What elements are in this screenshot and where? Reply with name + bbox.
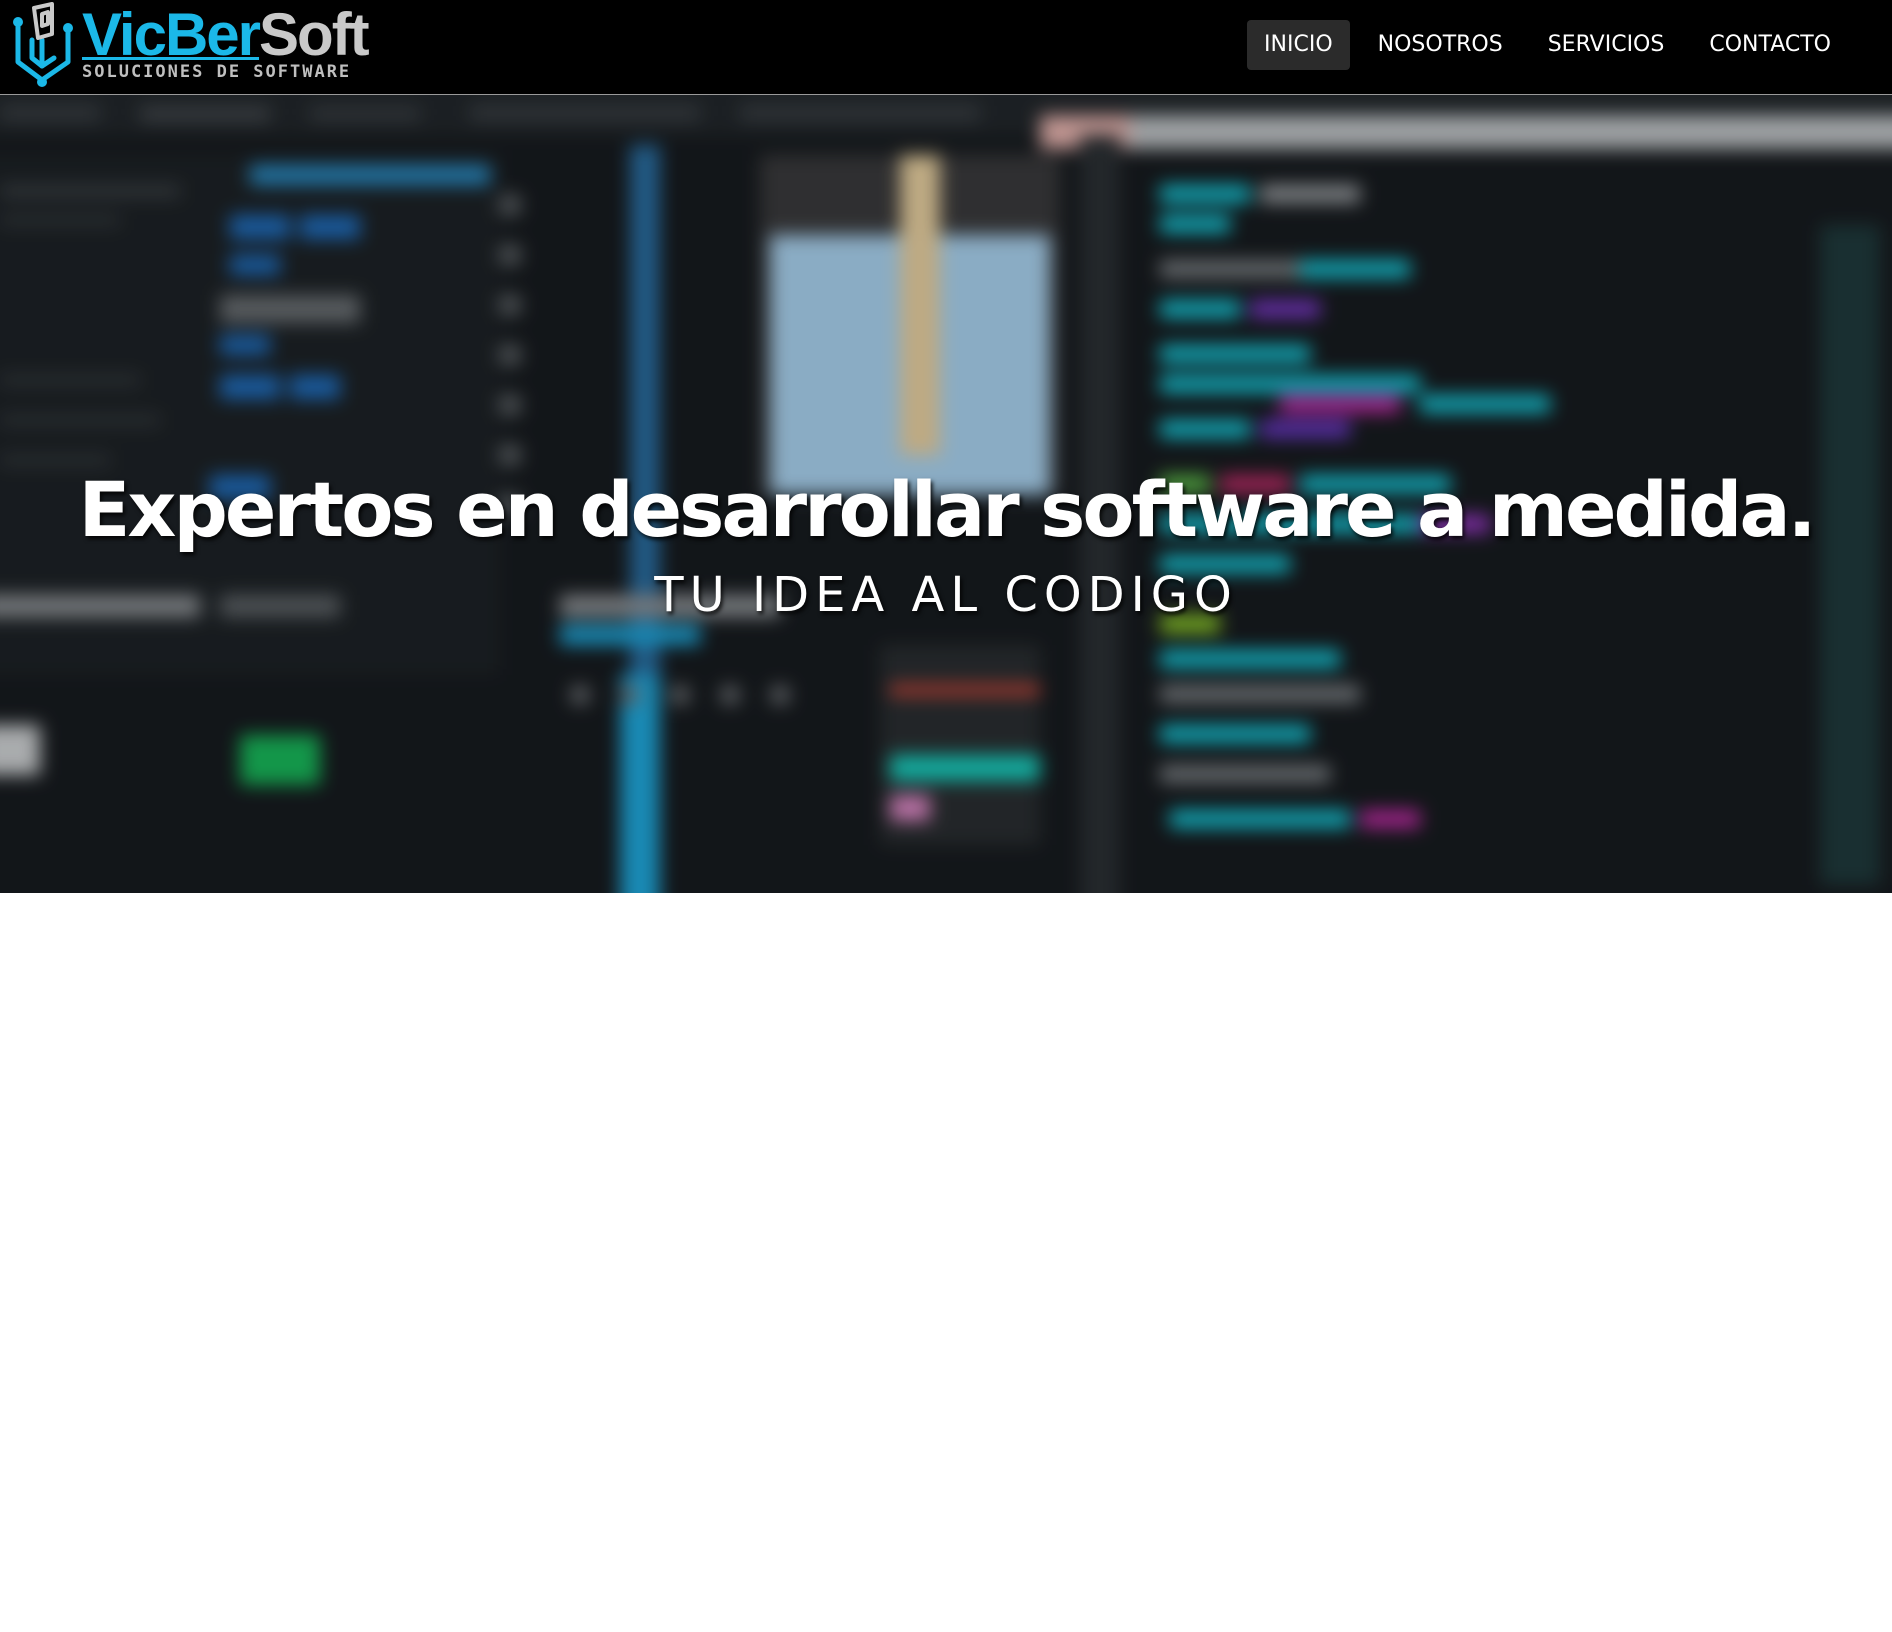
brand-name: VicBerSoft: [82, 0, 370, 70]
navbar: VicBerSoft SOLUCIONES DE SOFTWARE INICIO…: [0, 0, 1892, 95]
brand-name-part1: VicBer: [82, 1, 261, 68]
brand-logo-link[interactable]: VicBerSoft SOLUCIONES DE SOFTWARE: [12, 0, 372, 90]
circuit-logo-icon: [13, 2, 73, 87]
nav-item-nosotros[interactable]: NOSOTROS: [1361, 20, 1520, 70]
hero-title: Expertos en desarrollar software a medid…: [78, 465, 1817, 554]
hero-section: Expertos en desarrollar software a medid…: [0, 95, 1892, 893]
brand-name-part2: Soft: [259, 1, 370, 68]
nav-item-contacto[interactable]: CONTACTO: [1692, 20, 1848, 70]
main-nav: INICIO NOSOTROS SERVICIOS CONTACTO: [1236, 20, 1892, 70]
brand-tagline: SOLUCIONES DE SOFTWARE: [82, 62, 352, 82]
nav-item-servicios[interactable]: SERVICIOS: [1531, 20, 1682, 70]
nav-item-inicio[interactable]: INICIO: [1247, 20, 1350, 70]
hero-subtitle: TU IDEA AL CODIGO: [654, 567, 1238, 623]
